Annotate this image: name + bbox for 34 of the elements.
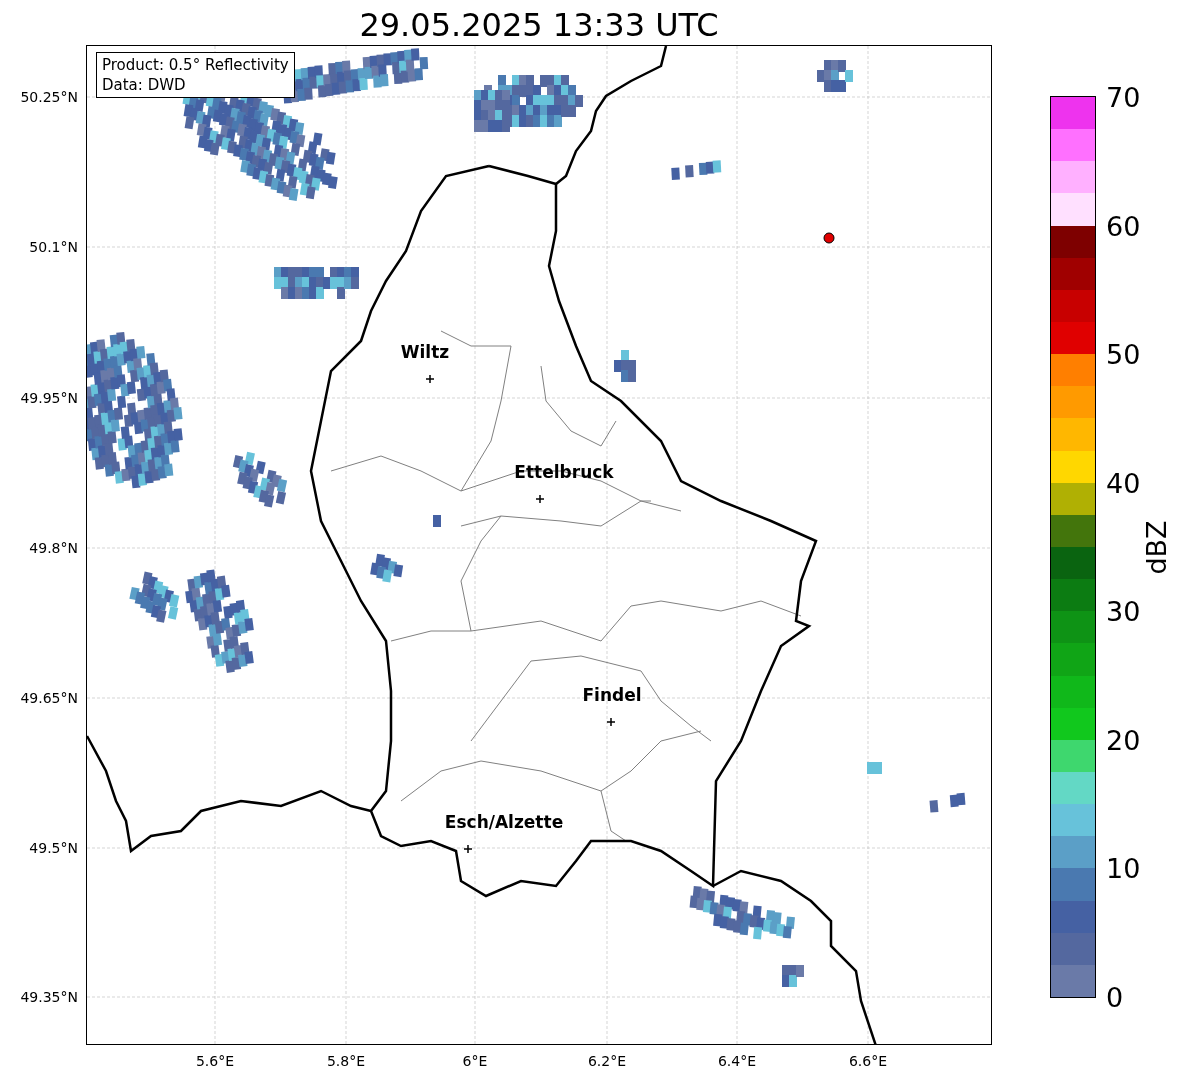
colorbar-tick-label: 50: [1106, 338, 1141, 370]
colorbar-tick-label: 30: [1106, 595, 1141, 627]
colorbar-tick-label: 20: [1106, 724, 1141, 756]
city-marker-icon: [463, 844, 473, 854]
longitude-label: 6.2°E: [587, 1053, 627, 1069]
city-label: Esch/Alzette: [444, 812, 564, 832]
colorbar-axis-label: dBZ: [1140, 519, 1172, 575]
chart-title: 29.05.2025 13:33 UTC: [359, 5, 719, 45]
latitude-label: 49.95°N: [20, 390, 78, 406]
longitude-label: 5.6°E: [195, 1053, 235, 1069]
city-label: Findel: [582, 685, 642, 705]
city-marker-icon: [606, 717, 616, 727]
latitude-label: 49.35°N: [20, 989, 78, 1005]
latitude-label: 50.25°N: [20, 89, 78, 105]
latitude-label: 50.1°N: [29, 239, 78, 255]
longitude-label: 6°E: [462, 1053, 488, 1069]
colorbar-tick-label: 40: [1106, 467, 1141, 499]
latitude-label: 49.65°N: [20, 690, 78, 706]
latitude-label: 49.8°N: [29, 540, 78, 556]
city-label: Wiltz: [400, 342, 450, 362]
city-label: Ettelbruck: [514, 462, 614, 482]
colorbar-tick-label: 0: [1106, 981, 1124, 1013]
latitude-label: 49.5°N: [29, 840, 78, 856]
longitude-label: 5.8°E: [326, 1053, 366, 1069]
colorbar-tick-label: 70: [1106, 81, 1141, 113]
info-text: Product: 0.5° Reflectivity: [102, 55, 289, 75]
info-text: Data: DWD: [102, 75, 187, 95]
colorbar-tick-label: 10: [1106, 852, 1141, 884]
location-dot-icon: [823, 232, 835, 244]
city-marker-icon: [425, 374, 435, 384]
longitude-label: 6.4°E: [717, 1053, 757, 1069]
city-marker-icon: [535, 494, 545, 504]
colorbar-tick-label: 60: [1106, 210, 1141, 242]
longitude-label: 6.6°E: [848, 1053, 888, 1069]
